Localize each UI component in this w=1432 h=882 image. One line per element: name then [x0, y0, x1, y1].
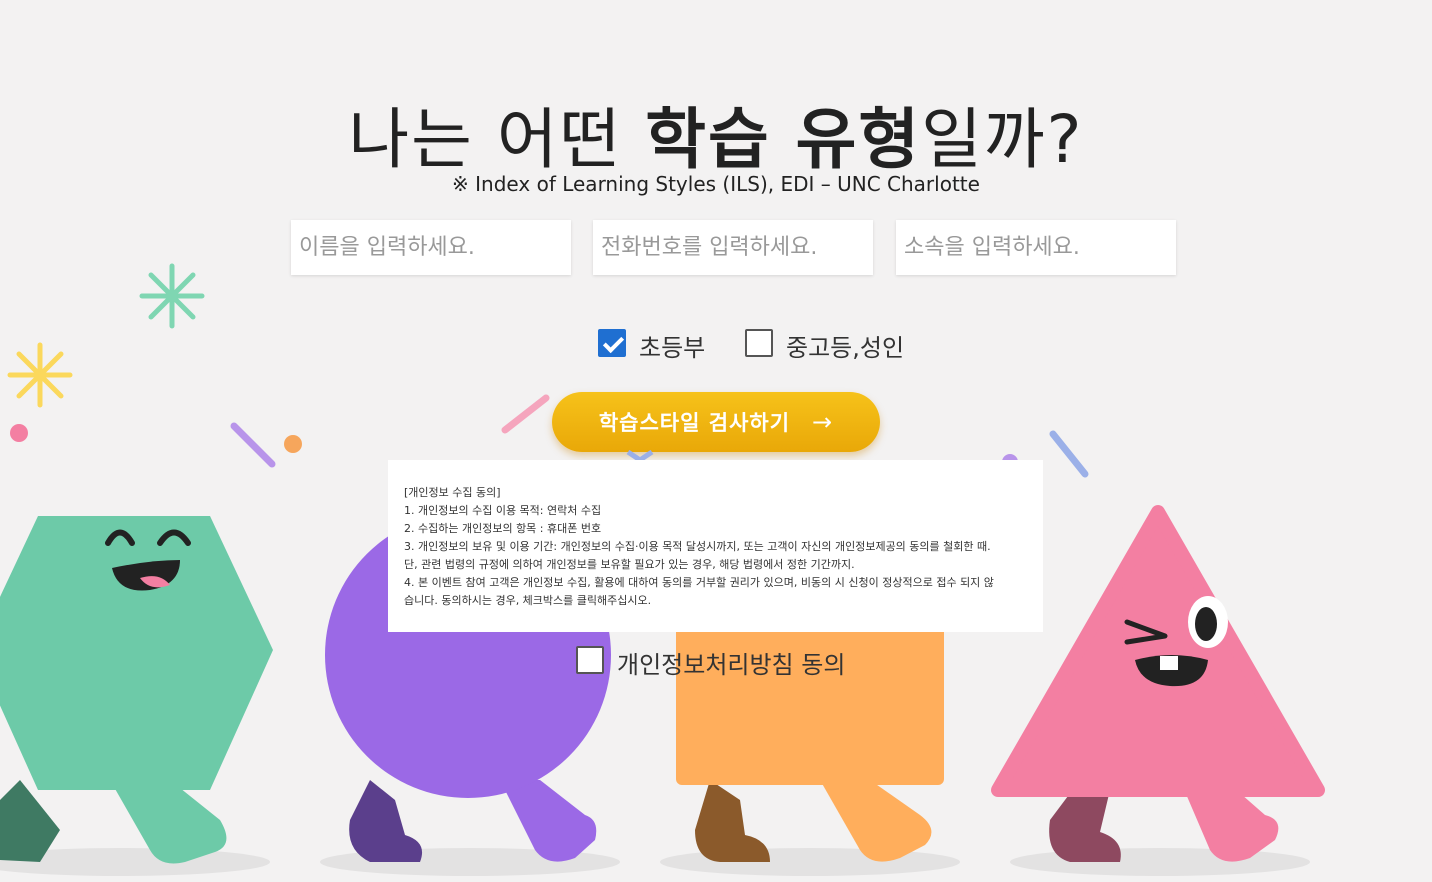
green-asterisk-icon	[139, 263, 205, 329]
consent-line: [개인정보 수집 동의]	[404, 486, 501, 499]
hexagon-character	[0, 516, 273, 864]
consent-line: 1. 개인정보의 수집 이용 목적: 연락처 수집	[404, 504, 602, 517]
privacy-agree-label: 개인정보처리방침 동의	[617, 651, 846, 679]
consent-line: 4. 본 이벤트 참여 고객은 개인정보 수집, 활용에 대하여 동의를 거부할…	[404, 576, 994, 589]
consent-line: 3. 개인정보의 보유 및 이용 기간: 개인정보의 수집·이용 목적 달성시까…	[404, 540, 991, 553]
blue-confetti	[1049, 430, 1089, 478]
illustration-background	[0, 263, 1325, 876]
pink-confetti	[501, 394, 550, 434]
pink-dot	[10, 424, 28, 442]
triangle-character	[991, 505, 1325, 862]
privacy-consent-box: [개인정보 수집 동의] 1. 개인정보의 수집 이용 목적: 연락처 수집 2…	[388, 460, 1043, 632]
consent-line: 습니다. 동의하시는 경우, 체크박스를 클릭해주십시오.	[404, 594, 652, 607]
yellow-asterisk-icon	[7, 342, 73, 408]
consent-line: 2. 수집하는 개인정보의 항목 : 휴대폰 번호	[404, 522, 602, 535]
purple-confetti	[230, 422, 276, 468]
orange-dot	[284, 435, 302, 453]
consent-line: 단, 관련 법령의 규정에 의하여 개인정보를 보유할 필요가 있는 경우, 해…	[404, 558, 855, 571]
privacy-agree-checkbox[interactable]	[576, 646, 604, 674]
